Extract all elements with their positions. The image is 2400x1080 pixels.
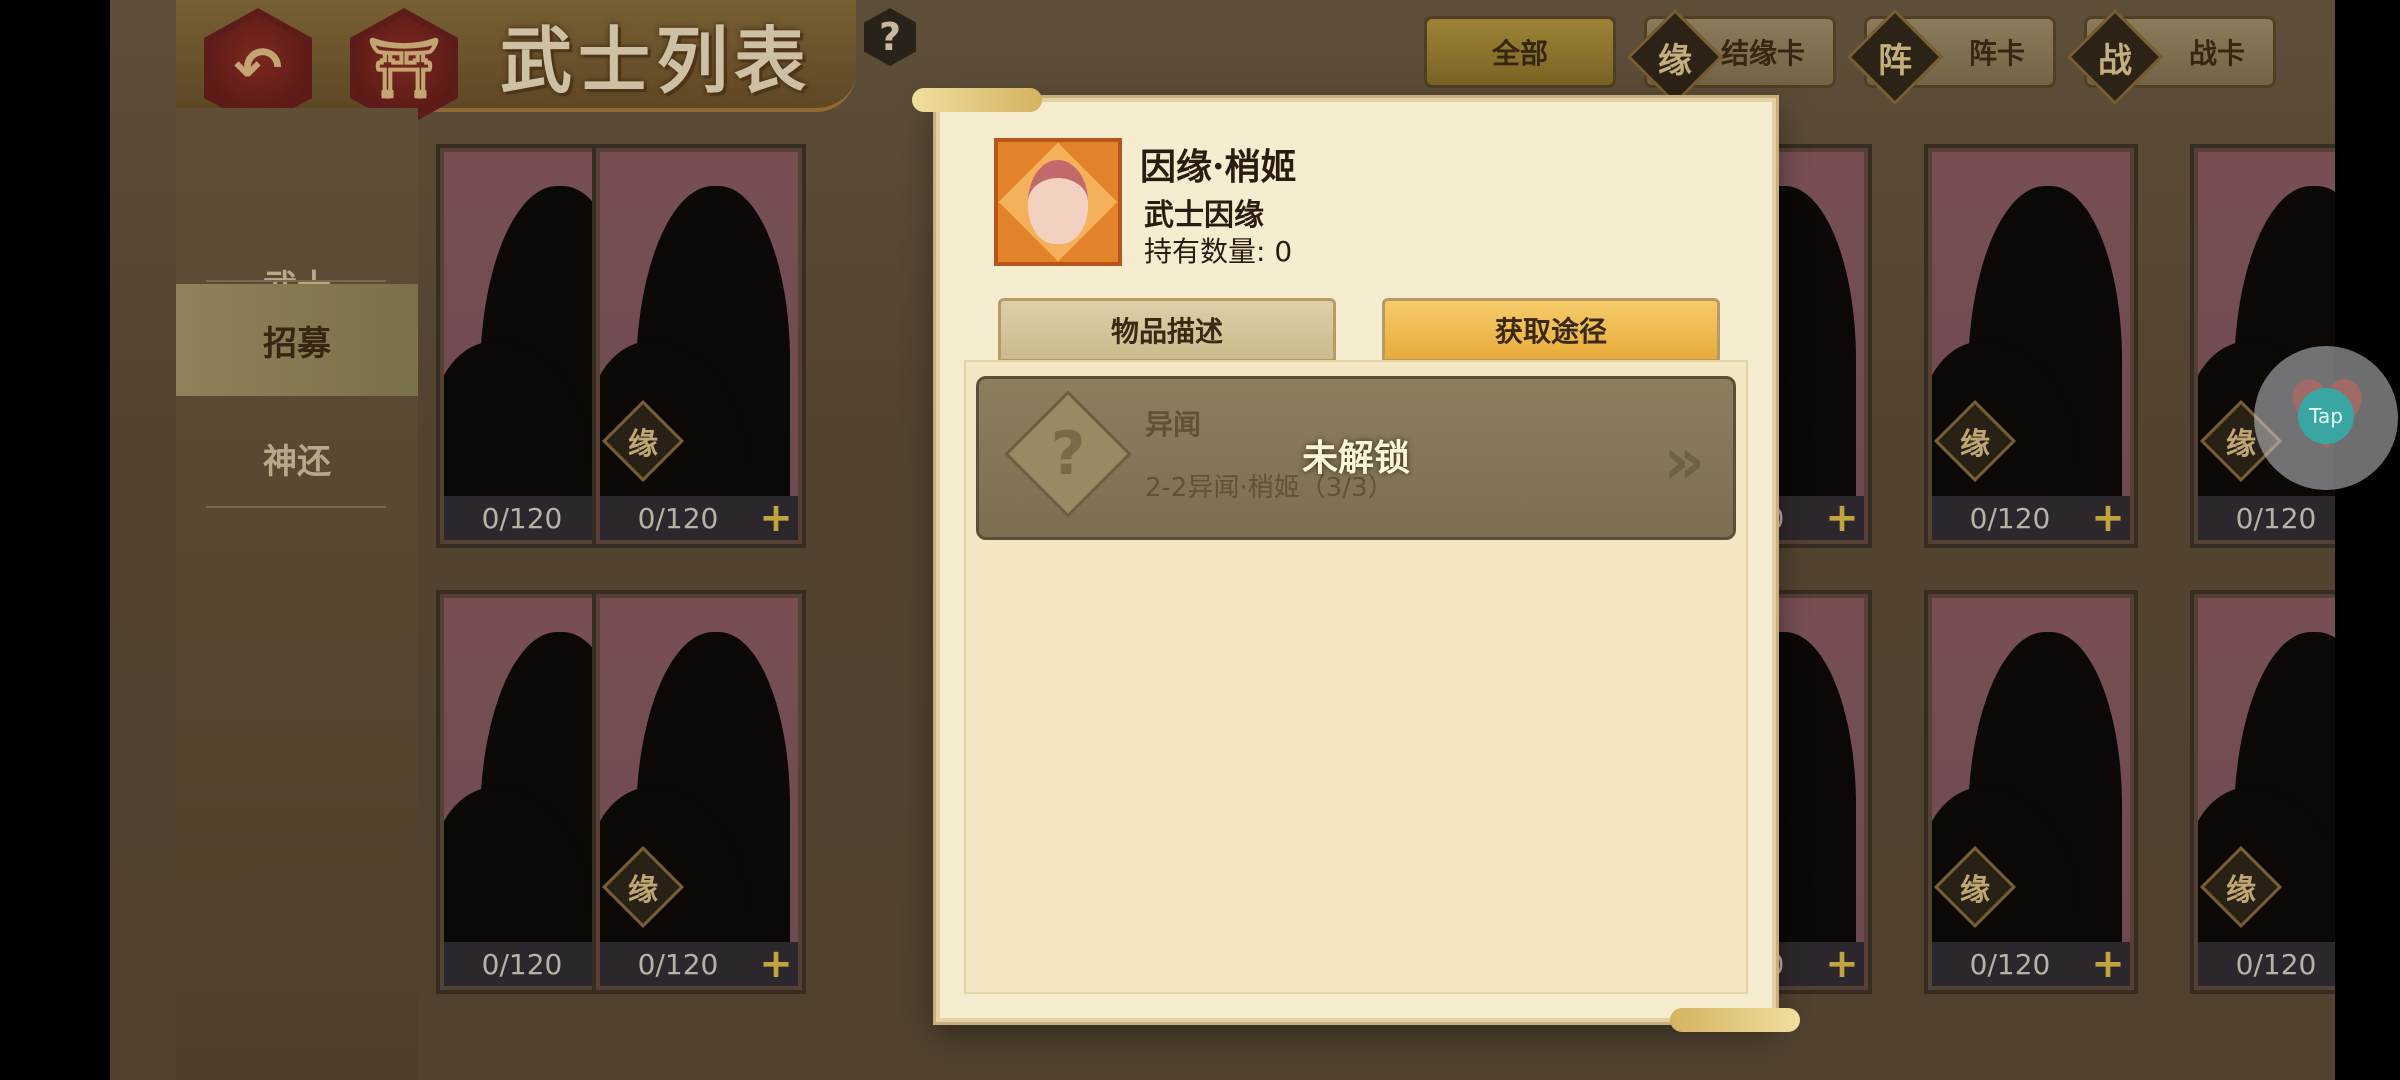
card-count: 0/120 [2198, 496, 2335, 540]
add-icon[interactable]: + [2086, 942, 2130, 986]
filter-tab-bond-card[interactable]: 缘 结缘卡 [1626, 8, 1836, 106]
card-count: 0/120 [600, 942, 756, 986]
add-icon[interactable]: + [2086, 496, 2130, 540]
filter-tab-formation-card[interactable]: 阵 阵卡 [1846, 8, 2056, 106]
filter-tab-label: 结缘卡 [1720, 37, 1805, 70]
locked-label: 未解锁 [1301, 438, 1410, 479]
card-slot[interactable]: 缘 0/120 + [592, 590, 806, 994]
sidebar-item-return[interactable]: 神还 [176, 402, 418, 514]
add-icon[interactable]: + [754, 496, 798, 540]
tab-item-description[interactable]: 物品描述 [998, 298, 1336, 362]
card-count: 0/120 [1932, 496, 2088, 540]
card-count: 0/120 [600, 496, 756, 540]
item-name: 因缘·梢姬 [1140, 146, 1297, 188]
card-count: 0/120 [1932, 942, 2088, 986]
tab-acquisition[interactable]: 获取途径 [1382, 298, 1720, 362]
game-screen: ↶ ⛩ 武士列表 ? 全部 缘 结缘卡 阵 阵卡 战 战卡 武士 招募 神还 0… [110, 0, 2335, 1080]
card-slot[interactable]: 缘 0/120 [2190, 590, 2335, 994]
card-slot[interactable]: 缘 0/120 + [1924, 590, 2138, 994]
formation-icon: 阵 [1846, 8, 1944, 106]
chevron-right-icon: » [1663, 425, 1705, 499]
back-icon: ↶ [233, 34, 283, 102]
item-portrait [994, 138, 1122, 266]
filter-tab-label: 全部 [1491, 37, 1548, 70]
tap-badge[interactable]: Tap [2298, 388, 2354, 444]
source-entry-locked[interactable]: ? 异闻 2-2异闻·梢姬（3/3） 未解锁 » [976, 376, 1736, 540]
card-count: 0/120 [2198, 942, 2335, 986]
modal-body: ? 异闻 2-2异闻·梢姬（3/3） 未解锁 » [964, 360, 1748, 994]
help-icon: ? [878, 15, 902, 59]
card-slot[interactable]: 缘 0/120 + [592, 144, 806, 548]
add-icon[interactable]: + [1820, 496, 1864, 540]
home-icon: ⛩ [367, 33, 441, 102]
sidebar-item-recruit[interactable]: 招募 [176, 284, 418, 396]
card-count: 0/120 [444, 496, 600, 540]
item-type: 武士因缘 [1144, 198, 1264, 233]
battle-icon: 战 [2066, 8, 2164, 106]
sidebar: 武士 招募 神还 [176, 108, 418, 1080]
help-button[interactable]: ? [864, 8, 916, 66]
filter-tab-all[interactable]: 全部 [1424, 16, 1616, 88]
add-icon[interactable]: + [754, 942, 798, 986]
filter-tab-battle-card[interactable]: 战 战卡 [2066, 8, 2276, 106]
item-count: 持有数量: 0 [1144, 235, 1293, 268]
card-slot[interactable]: 缘 0/120 + [1924, 144, 2138, 548]
add-icon[interactable]: + [1820, 942, 1864, 986]
filter-tab-label: 战卡 [2188, 37, 2245, 70]
filter-tab-label: 阵卡 [1968, 37, 2025, 70]
page-title: 武士列表 [500, 18, 813, 103]
item-detail-modal: 因缘·梢姬 武士因缘 持有数量: 0 物品描述 获取途径 ? 异闻 2-2异闻·… [912, 88, 1800, 1032]
decor-accent [1670, 1008, 1800, 1032]
decor-accent [912, 88, 1042, 112]
bond-icon: 缘 [1626, 8, 1724, 106]
card-count: 0/120 [444, 942, 600, 986]
